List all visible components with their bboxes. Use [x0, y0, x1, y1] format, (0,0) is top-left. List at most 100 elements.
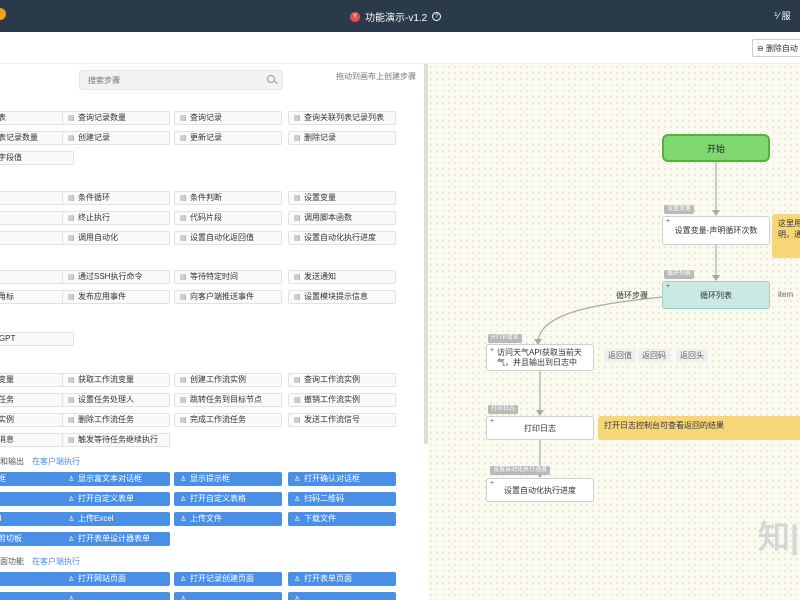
step-button[interactable]: ▤ 向客户端推送事件 — [174, 290, 282, 304]
step-button[interactable]: ▤ 代码片段 — [174, 211, 282, 225]
step-button[interactable]: ▤ 查询记录 — [174, 111, 282, 125]
add-icon[interactable]: + — [666, 283, 670, 290]
client-exec-link[interactable]: 在客户端执行 — [32, 457, 80, 466]
step-button[interactable]: ▤ 调用自动化 — [62, 231, 170, 245]
step-icon: ▤ — [180, 397, 187, 404]
step-button[interactable]: ▤ 更新记录 — [174, 131, 282, 145]
step-button[interactable]: ♙ — [62, 592, 170, 600]
set-variable-node[interactable]: + 设置变量-声明循环次数 — [662, 216, 770, 245]
step-label: 显示富文本对话框 — [78, 474, 142, 483]
client-exec-link[interactable]: 在客户端执行 — [32, 557, 80, 566]
step-icon: ▤ — [68, 377, 75, 384]
step-button[interactable]: ♙ 显示富文本对话框 — [62, 472, 170, 486]
search-input[interactable] — [80, 71, 260, 89]
step-label: 删除记录 — [304, 133, 336, 142]
loop-tag: 循环列表 — [664, 270, 695, 279]
step-button[interactable]: ♙ — [174, 592, 282, 600]
step-label: 查询工作流实例 — [304, 375, 360, 384]
watermark-logo: 知| — [758, 519, 799, 555]
step-label: 获取工作流变量 — [78, 375, 134, 384]
step-button[interactable]: ▤ 设置模块提示信息 — [288, 290, 396, 304]
step-button[interactable]: ♙ — [288, 592, 396, 600]
step-icon: ▤ — [68, 135, 75, 142]
add-icon[interactable]: + — [666, 218, 670, 225]
step-button[interactable]: ▤ 发布应用事件 — [62, 290, 170, 304]
print-log-node[interactable]: + 打印日志 — [486, 416, 594, 440]
pill-return-value[interactable]: 返回值 — [604, 349, 636, 362]
step-button[interactable]: ▤ 删除工作流任务 — [62, 413, 170, 427]
step-button[interactable]: ▤ 删除记录 — [288, 131, 396, 145]
search-icon[interactable] — [267, 75, 275, 83]
step-button[interactable]: ▤ 跳转任务到目标节点 — [174, 393, 282, 407]
start-node[interactable]: 开始 — [662, 134, 770, 162]
loop-node[interactable]: + 循环列表 — [662, 281, 770, 309]
toolbar: ⊖ 删除自动 — [0, 32, 800, 64]
step-button[interactable]: ♙ 显示提示框 — [174, 472, 282, 486]
step-button[interactable]: ♙ 打开网站页面 — [62, 572, 170, 586]
http-tag: HTTP请求 — [488, 334, 522, 343]
step-button[interactable]: ♙ 打开记录创建页面 — [174, 572, 282, 586]
help-icon[interactable]: ? — [432, 12, 442, 21]
step-button[interactable]: ▤ 等待特定时间 — [174, 270, 282, 284]
step-button[interactable]: ♙ 打开表单设计器表单 — [62, 532, 170, 546]
add-icon[interactable]: + — [490, 480, 494, 487]
step-button[interactable]: ♙ 上传Excel — [62, 512, 170, 526]
step-icon: ▤ — [68, 235, 75, 242]
step-button[interactable]: ▤ 创建记录 — [62, 131, 170, 145]
step-button[interactable]: ▤ 条件循环 — [62, 191, 170, 205]
step-label: 更新记录 — [190, 133, 222, 142]
step-button[interactable]: ▤ 发送工作流信号 — [288, 413, 396, 427]
pill-return-code[interactable]: 返回码 — [638, 349, 670, 362]
step-button[interactable]: ▤ 设置自动化执行进度 — [288, 231, 396, 245]
step-button[interactable]: ▤ 查询记录数量 — [62, 111, 170, 125]
step-button[interactable]: ♙ 打开自定义表格 — [174, 492, 282, 506]
step-button[interactable]: ▤ 设置自动化返回值 — [174, 231, 282, 245]
side-note[interactable]: 这里用 明，通 — [772, 214, 800, 258]
log-note[interactable]: 打开日志控制台可查看返回的结果 — [598, 416, 800, 440]
step-button[interactable]: ♙ 上传文件 — [174, 512, 282, 526]
add-icon[interactable]: + — [490, 346, 494, 356]
pill-return-header[interactable]: 返回头 — [676, 349, 708, 362]
flow-canvas[interactable]: 开始 设置变量 + 设置变量-声明循环次数 这里用 明，通 循环列表 + 循环列… — [428, 64, 800, 600]
progress-node[interactable]: + 设置自动化执行进度 — [486, 478, 594, 502]
section-title: 面功能 — [0, 557, 24, 566]
step-label: 创建记录 — [78, 133, 110, 142]
step-library-panel: 拖动到画布上创建步骤 ▤联列表▤查询记录数量▤查询记录▤查询关联列表记录列表▤联… — [0, 64, 428, 600]
step-button[interactable]: ▤ 撤销工作流实例 — [288, 393, 396, 407]
step-label: 创建工作流实例 — [190, 375, 246, 384]
step-button[interactable]: ▤ 条件判断 — [174, 191, 282, 205]
step-button[interactable]: ▤ 触发等待任务继续执行 — [62, 433, 170, 447]
delete-automation-button[interactable]: ⊖ 删除自动 — [752, 39, 800, 57]
step-icon: ▤ — [180, 294, 187, 301]
step-label: 发布应用事件 — [78, 292, 126, 301]
app-logo[interactable] — [0, 8, 6, 20]
step-button[interactable]: ♙ 打开自定义表单 — [62, 492, 170, 506]
step-button[interactable]: ▤ 完成工作流任务 — [174, 413, 282, 427]
step-button[interactable]: ♙ 打开确认对话框 — [288, 472, 396, 486]
step-button[interactable]: ▤ 终止执行 — [62, 211, 170, 225]
user-icon: ♙ — [180, 476, 187, 483]
step-icon: ▤ — [68, 215, 75, 222]
step-label: 查询记录数量 — [78, 113, 126, 122]
step-button[interactable]: ▤汇总字段值 — [0, 151, 74, 165]
step-button[interactable]: ♙ 扫码二维码 — [288, 492, 396, 506]
http-request-node[interactable]: + 访问天气API获取当前天气，并且输出到日志中 — [486, 344, 594, 371]
step-button[interactable]: ▤ 发送通知 — [288, 270, 396, 284]
step-icon: ▤ — [294, 294, 301, 301]
step-button[interactable]: ▤ 获取工作流变量 — [62, 373, 170, 387]
step-button[interactable]: ▤ 调用脚本函数 — [288, 211, 396, 225]
step-button[interactable]: ▤ChatGPT — [0, 332, 74, 346]
topbar-right-button[interactable]: ⅟ 服 — [774, 9, 791, 22]
app-badge-icon: Y — [350, 11, 360, 22]
step-button[interactable]: ♙ 下载文件 — [288, 512, 396, 526]
step-button[interactable]: ▤ 通过SSH执行命令 — [62, 270, 170, 284]
step-button[interactable]: ▤ 创建工作流实例 — [174, 373, 282, 387]
step-button[interactable]: ▤ 查询工作流实例 — [288, 373, 396, 387]
add-icon[interactable]: + — [490, 418, 494, 425]
step-label: 调用自动化 — [78, 233, 118, 242]
step-button[interactable]: ▤ 设置任务处理人 — [62, 393, 170, 407]
step-button[interactable]: ♙ 打开表单页面 — [288, 572, 396, 586]
step-button[interactable]: ▤ 查询关联列表记录列表 — [288, 111, 396, 125]
step-label: 作流任务 — [0, 395, 14, 404]
step-button[interactable]: ▤ 设置变量 — [288, 191, 396, 205]
